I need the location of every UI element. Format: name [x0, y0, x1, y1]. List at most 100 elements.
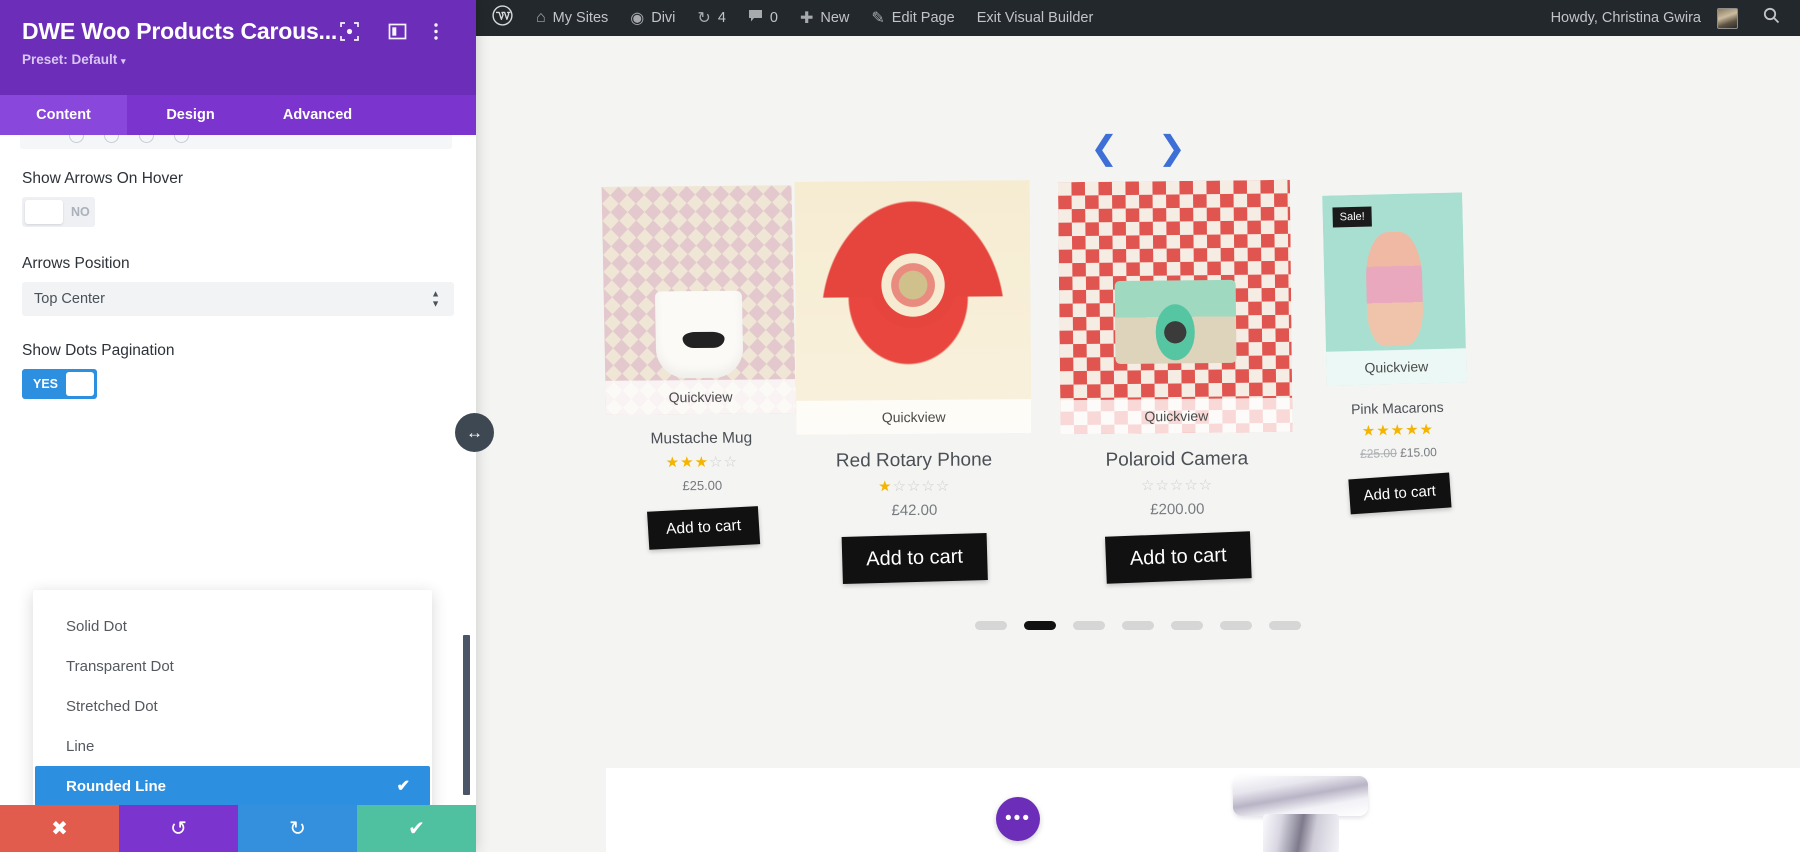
quickview-button[interactable]: Quickview — [1325, 348, 1467, 386]
visual-builder-canvas: ❮ ❯ Quickview Mustache Mug ★★★☆☆ £25.00 … — [476, 36, 1800, 852]
product-rating: ★☆☆☆☆ — [797, 477, 1032, 496]
carousel-next-arrow[interactable]: ❯ — [1158, 131, 1186, 164]
product-rating: ★★★☆☆ — [607, 453, 797, 472]
product-image-wrap[interactable]: Sale! Quickview — [1322, 192, 1467, 386]
tab-advanced[interactable]: Advanced — [254, 95, 381, 135]
add-to-cart-button[interactable]: Add to cart — [1348, 472, 1451, 515]
adminbar-edit-page[interactable]: ✎ Edit Page — [860, 0, 965, 36]
dropdown-option-solid-dot[interactable]: Solid Dot — [35, 606, 430, 646]
close-icon[interactable] — [279, 135, 294, 143]
show-arrows-on-hover-label: Show Arrows On Hover — [22, 170, 184, 187]
tab-design[interactable]: Design — [127, 95, 254, 135]
add-to-cart-button[interactable]: Add to cart — [841, 532, 988, 585]
panel-resize-handle[interactable]: ↔ — [455, 413, 494, 452]
pagination-dot[interactable] — [1171, 621, 1203, 630]
option-label: Line — [66, 737, 95, 755]
show-dots-pagination-toggle[interactable]: YES — [22, 369, 97, 399]
pagination-dot[interactable] — [1220, 621, 1252, 630]
chevron-icon[interactable] — [34, 135, 49, 143]
product-image-wrap[interactable]: Quickview — [601, 185, 796, 415]
adminbar-new[interactable]: ✚ New — [789, 0, 860, 36]
field-arrows-position: Arrows Position Top Center ▲ ▼ — [0, 255, 476, 316]
pagination-dot[interactable] — [1073, 621, 1105, 630]
dropdown-option-stretched-dot[interactable]: Stretched Dot — [35, 686, 430, 726]
product-rating: ★★★★★ — [1328, 420, 1468, 440]
list-icon[interactable] — [244, 135, 259, 143]
adminbar-updates[interactable]: ↻ 4 — [686, 0, 736, 36]
bold-circle-icon[interactable] — [104, 135, 119, 143]
adminbar-comments[interactable]: 0 — [737, 0, 789, 36]
underline-circle-icon[interactable] — [174, 135, 189, 143]
product-title[interactable]: Red Rotary Phone — [796, 449, 1031, 473]
option-label: Transparent Dot — [66, 657, 174, 675]
italic-circle-icon[interactable] — [139, 135, 154, 143]
redo-button[interactable]: ↻ — [238, 805, 357, 852]
undo-button[interactable]: ↺ — [119, 805, 238, 852]
layout-columns-icon[interactable] — [388, 22, 407, 46]
option-label: Rounded Line — [66, 777, 166, 795]
pagination-dot[interactable] — [975, 621, 1007, 630]
more-options-icon[interactable] — [433, 22, 439, 46]
save-button[interactable]: ✔ — [357, 805, 476, 852]
minus-circle-icon[interactable] — [69, 135, 84, 143]
pencil-icon: ✎ — [871, 10, 885, 27]
wordpress-logo-icon[interactable] — [476, 4, 525, 32]
product-card[interactable]: Quickview Red Rotary Phone ★☆☆☆☆ £42.00 … — [794, 180, 1033, 585]
pagination-dot[interactable] — [1122, 621, 1154, 630]
product-card[interactable]: Sale! Quickview Pink Macarons ★★★★★ £25.… — [1322, 192, 1470, 515]
bottle-cap — [1233, 776, 1368, 816]
product-rating: ☆☆☆☆☆ — [1061, 476, 1293, 495]
show-arrows-on-hover-toggle[interactable]: NO — [22, 197, 95, 227]
link-icon[interactable] — [209, 135, 224, 143]
dropdown-option-line[interactable]: Line — [35, 726, 430, 766]
preset-label: Preset: Default — [22, 52, 118, 67]
adminbar-exit-visual-builder[interactable]: Exit Visual Builder — [966, 0, 1105, 36]
product-card[interactable]: Quickview Polaroid Camera ☆☆☆☆☆ £200.00 … — [1057, 179, 1294, 584]
field-show-dots-pagination: Show Dots Pagination YES — [0, 342, 476, 399]
search-icon[interactable] — [1749, 7, 1800, 29]
add-to-cart-button[interactable]: Add to cart — [1104, 531, 1252, 584]
divi-icon: ◉ — [630, 10, 645, 27]
quickview-button[interactable]: Quickview — [605, 379, 796, 415]
option-label: Solid Dot — [66, 617, 127, 635]
add-to-cart-button[interactable]: Add to cart — [646, 506, 760, 550]
wordpress-admin-bar: ⌂ My Sites ◉ Divi ↻ 4 0 ✚ New ✎ Edit Pag… — [476, 0, 1800, 36]
dots-style-dropdown[interactable]: Solid Dot Transparent Dot Stretched Dot … — [33, 590, 432, 805]
bottle-neck — [1263, 814, 1339, 852]
quickview-button[interactable]: Quickview — [1060, 397, 1293, 435]
module-settings-panel: DWE Woo Products Carous... Preset: Defau… — [0, 0, 476, 852]
quickview-button[interactable]: Quickview — [796, 399, 1032, 435]
carousel-prev-arrow[interactable]: ❮ — [1090, 131, 1118, 164]
adminbar-account[interactable]: Howdy, Christina Gwira — [1540, 0, 1749, 36]
adminbar-my-sites[interactable]: ⌂ My Sites — [525, 0, 619, 36]
product-title[interactable]: Pink Macarons — [1327, 398, 1467, 417]
product-image-wrap[interactable]: Quickview — [1057, 179, 1293, 435]
product-title[interactable]: Mustache Mug — [606, 429, 796, 449]
product-card[interactable]: Quickview Mustache Mug ★★★☆☆ £25.00 Add … — [601, 185, 799, 550]
dropdown-option-transparent-dot[interactable]: Transparent Dot — [35, 646, 430, 686]
pagination-dot[interactable] — [1269, 621, 1301, 630]
dropdown-option-rounded-line[interactable]: Rounded Line ✔ — [35, 766, 430, 805]
cancel-button[interactable]: ✖ — [0, 805, 119, 852]
adminbar-updates-count: 4 — [717, 10, 726, 26]
product-image — [1057, 179, 1293, 435]
pagination-dot-active[interactable] — [1024, 621, 1056, 630]
arrows-position-select[interactable]: Top Center ▲ ▼ — [22, 282, 454, 316]
select-stepper-icon: ▲ ▼ — [431, 288, 440, 309]
avatar — [1717, 7, 1738, 29]
howdy-label: Howdy, Christina Gwira — [1550, 10, 1701, 26]
preset-selector[interactable]: Preset: Default ▾ — [22, 52, 456, 67]
panel-scrollbar-thumb[interactable] — [463, 635, 470, 795]
adminbar-divi[interactable]: ◉ Divi — [619, 0, 686, 36]
page-title: DWE Woo Products Carous... — [22, 18, 338, 44]
fullscreen-icon[interactable] — [340, 22, 359, 46]
tab-content[interactable]: Content — [0, 95, 127, 135]
arrows-position-label: Arrows Position — [22, 255, 130, 272]
rich-text-toolbar[interactable] — [20, 135, 452, 149]
quickview-label: Quickview — [1364, 358, 1429, 376]
option-label: Stretched Dot — [66, 697, 158, 715]
section-more-options-button[interactable]: ••• — [996, 797, 1040, 841]
product-image-wrap[interactable]: Quickview — [794, 180, 1032, 435]
product-title[interactable]: Polaroid Camera — [1061, 448, 1293, 472]
toggle-value: NO — [71, 205, 90, 219]
